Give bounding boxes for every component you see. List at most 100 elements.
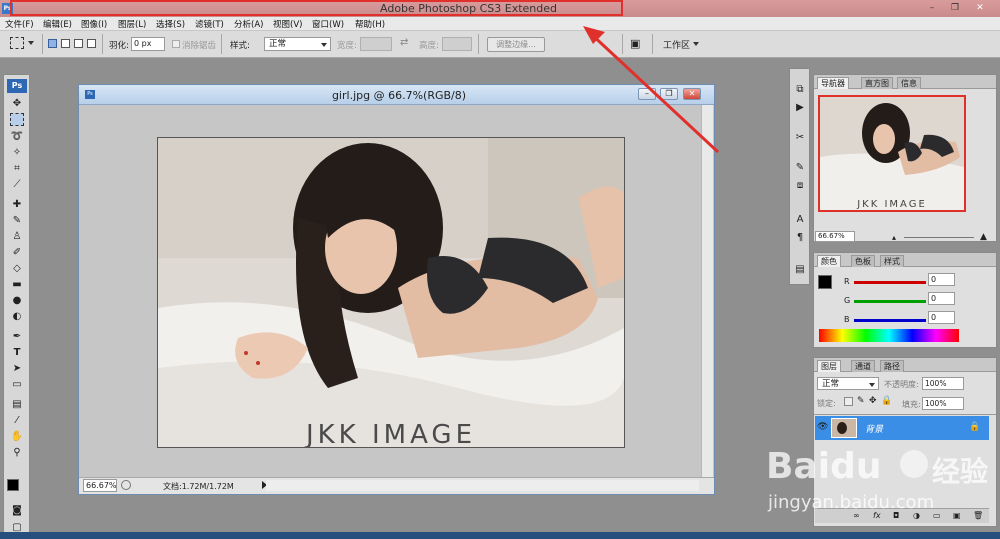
pen-tool-icon[interactable]: ✒	[10, 330, 24, 343]
channel-b-slider[interactable]	[854, 319, 926, 322]
tab-navigator[interactable]: 导航器	[817, 77, 849, 89]
channel-g-input[interactable]: 0	[928, 292, 955, 305]
menu-layer[interactable]: 图层(L)	[118, 18, 146, 30]
foreground-swatch[interactable]	[818, 275, 832, 289]
healing-brush-icon[interactable]: ✚	[10, 198, 24, 211]
menu-window[interactable]: 窗口(W)	[312, 18, 344, 30]
tool-presets-icon[interactable]: ✂	[793, 131, 807, 144]
menu-help[interactable]: 帮助(H)	[355, 18, 385, 30]
menu-analysis[interactable]: 分析(A)	[234, 18, 263, 30]
divider	[42, 34, 43, 54]
new-selection-icon[interactable]	[48, 39, 57, 48]
divider	[814, 414, 996, 415]
menu-edit[interactable]: 编辑(E)	[43, 18, 72, 30]
history-panel-icon[interactable]: ⧉	[793, 83, 807, 96]
width-input[interactable]	[360, 37, 392, 51]
style-select[interactable]: 正常	[264, 37, 331, 51]
history-brush-icon[interactable]: ✐	[10, 246, 24, 259]
crop-tool-icon[interactable]: ⌗	[10, 162, 24, 175]
menu-select[interactable]: 选择(S)	[156, 18, 185, 30]
character-panel-icon[interactable]: A	[793, 213, 807, 226]
notes-tool-icon[interactable]: ▤	[10, 398, 24, 411]
subtract-selection-icon[interactable]	[74, 39, 83, 48]
eye-icon[interactable]: 👁	[817, 422, 828, 432]
tab-info[interactable]: 信息	[897, 77, 921, 89]
path-select-icon[interactable]: ➤	[10, 362, 24, 375]
maximize-button[interactable]: ❐	[947, 2, 963, 14]
tab-histogram[interactable]: 直方图	[861, 77, 893, 89]
lock-all-icon[interactable]: 🔒	[881, 396, 892, 406]
lock-transparency-icon[interactable]	[844, 397, 853, 406]
foreground-color-swatch[interactable]	[7, 479, 19, 491]
opacity-input[interactable]: 100%	[922, 377, 964, 390]
zoom-field[interactable]: 66.67%	[83, 479, 117, 492]
menu-image[interactable]: 图像(I)	[81, 18, 107, 30]
marquee-tool-icon[interactable]	[10, 113, 24, 126]
add-selection-icon[interactable]	[61, 39, 70, 48]
blend-mode-select[interactable]: 正常	[817, 377, 879, 390]
panel-dock-strip: ⧉ ▶ ✂ ✎ ⧈ A ¶ ▤	[789, 68, 810, 285]
lock-paint-icon[interactable]: ✎	[857, 396, 865, 406]
dodge-tool-icon[interactable]: ◐	[10, 310, 24, 323]
eraser-tool-icon[interactable]: ◇	[10, 262, 24, 275]
zoom-out-icon[interactable]: ▴	[892, 233, 896, 242]
color-spectrum-bar[interactable]	[819, 329, 959, 342]
channel-g-slider[interactable]	[854, 300, 926, 303]
tab-swatches[interactable]: 色板	[851, 255, 875, 267]
clone-stamp-icon[interactable]: ♙	[10, 230, 24, 243]
tab-styles[interactable]: 样式	[880, 255, 904, 267]
horizontal-scrollbar[interactable]	[266, 480, 699, 491]
channel-r-slider[interactable]	[854, 281, 926, 284]
magic-wand-icon[interactable]: ✧	[10, 146, 24, 159]
zoom-tool-icon[interactable]: ⚲	[10, 446, 24, 459]
lasso-tool-icon[interactable]: ➰	[10, 130, 24, 143]
type-tool-icon[interactable]: T	[10, 346, 24, 359]
slice-tool-icon[interactable]: ⟋	[10, 178, 24, 191]
actions-panel-icon[interactable]: ▶	[793, 101, 807, 114]
swap-icon[interactable]: ⇄	[400, 37, 408, 48]
intersect-selection-icon[interactable]	[87, 39, 96, 48]
preview-icon[interactable]	[121, 480, 131, 490]
photo: JKK IMAGE	[158, 138, 624, 447]
quick-mask-icon[interactable]: ◙	[10, 504, 24, 517]
shape-tool-icon[interactable]: ▭	[10, 378, 24, 391]
tab-color[interactable]: 颜色	[817, 255, 841, 267]
menu-filter[interactable]: 滤镜(T)	[195, 18, 224, 30]
menu-view[interactable]: 视图(V)	[273, 18, 302, 30]
zoom-in-icon[interactable]: ▲	[980, 232, 987, 242]
height-input[interactable]	[442, 37, 472, 51]
layer-name[interactable]: 背景	[865, 422, 883, 435]
marquee-tool-icon[interactable]	[10, 37, 24, 49]
canvas-image[interactable]: JKK IMAGE	[157, 137, 625, 448]
brush-tool-icon[interactable]: ✎	[10, 214, 24, 227]
tab-channels[interactable]: 通道	[851, 360, 875, 372]
chevron-down-icon[interactable]	[28, 41, 34, 45]
vertical-scrollbar[interactable]	[701, 105, 713, 477]
tab-paths[interactable]: 路径	[880, 360, 904, 372]
brushes-panel-icon[interactable]: ✎	[793, 161, 807, 174]
gradient-tool-icon[interactable]: ▬	[10, 278, 24, 291]
navigator-zoom-field[interactable]: 66.67%	[815, 231, 855, 242]
minimize-button[interactable]: –	[924, 2, 940, 14]
fill-input[interactable]: 100%	[922, 397, 964, 410]
blur-tool-icon[interactable]: ●	[10, 294, 24, 307]
clone-source-icon[interactable]: ⧈	[793, 179, 807, 192]
move-tool-icon[interactable]: ✥	[10, 97, 24, 110]
refine-edge-button[interactable]: 调整边缘...	[487, 37, 545, 52]
tab-layers[interactable]: 图层	[817, 360, 841, 372]
lock-move-icon[interactable]: ✥	[869, 396, 877, 406]
hand-tool-icon[interactable]: ✋	[10, 430, 24, 443]
channel-r-input[interactable]: 0	[928, 273, 955, 286]
navigator-thumbnail[interactable]: JKK IMAGE	[818, 95, 966, 212]
channel-b-input[interactable]: 0	[928, 311, 955, 324]
antialias-checkbox[interactable]	[172, 40, 180, 48]
paragraph-panel-icon[interactable]: ¶	[793, 231, 807, 244]
feather-input[interactable]: 0 px	[131, 37, 165, 51]
zoom-slider[interactable]	[904, 237, 974, 238]
layer-comps-icon[interactable]: ▤	[793, 263, 807, 276]
layer-row-background[interactable]: 👁 背景 🔒	[815, 416, 989, 440]
menu-file[interactable]: 文件(F)	[5, 18, 34, 30]
layer-lock-icon: 🔒	[969, 422, 981, 432]
close-button[interactable]: ✕	[972, 2, 988, 14]
eyedropper-icon[interactable]: ⁄	[10, 414, 24, 427]
